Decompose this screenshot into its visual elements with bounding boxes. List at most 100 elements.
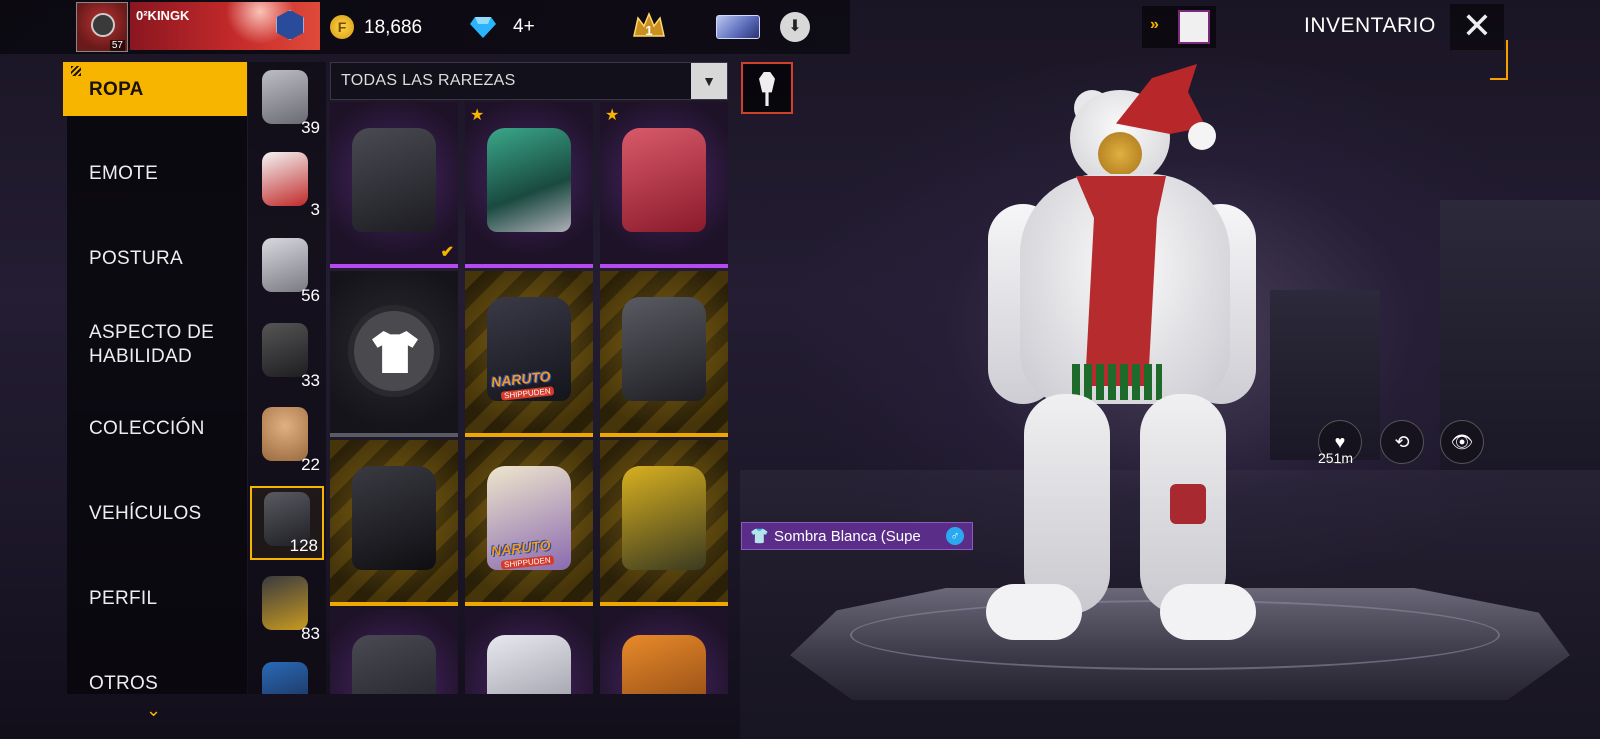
jacket-icon	[487, 128, 571, 232]
subcategory-count: 56	[301, 286, 320, 305]
item-card[interactable]	[600, 609, 728, 694]
item-card[interactable]	[330, 609, 458, 694]
crown-rank-icon[interactable]: 1	[632, 10, 666, 44]
subcategory-hair[interactable]: 56	[250, 234, 324, 308]
rarity-bar	[330, 433, 458, 437]
page-title: INVENTARIO	[1304, 14, 1436, 37]
item-card[interactable]: ★	[600, 102, 728, 268]
rarity-bar	[465, 264, 593, 268]
right-foot	[1160, 584, 1256, 640]
subcategory-tops[interactable]: 128	[250, 486, 324, 560]
subcategory-pants[interactable]: 39	[250, 66, 324, 140]
subcategory-mask[interactable]: 33	[250, 319, 324, 393]
distance-label: 251m	[1318, 450, 1354, 466]
cloud-download-icon[interactable]: ⬇	[780, 12, 810, 42]
sidebar-item-perfil[interactable]: PERFIL	[67, 587, 247, 611]
mask-icon	[262, 323, 308, 377]
item-card[interactable]	[465, 609, 593, 694]
knee-patch	[1170, 484, 1206, 524]
item-card[interactable]	[600, 271, 728, 437]
sidebar-item-ropa[interactable]: ROPA	[63, 62, 247, 116]
shirt-icon: 👕	[750, 528, 769, 545]
male-gender-icon: ♂	[946, 527, 964, 545]
sidebar-item-otros[interactable]: OTROS	[67, 672, 247, 696]
decorative-accent	[1490, 40, 1508, 80]
subcategory-count: 39	[301, 118, 320, 137]
item-grid: ✔ ★ ★ NARUTO SHIPPUDEN NARUTO SHIPPUDEN	[330, 102, 728, 694]
hat-pompom	[1188, 122, 1216, 150]
left-leg	[1024, 394, 1110, 614]
rotate-phone-icon[interactable]: ⟲	[1380, 420, 1424, 464]
double-chevron-icon: »	[1150, 16, 1159, 33]
selected-item-name: Sombra Blanca (Supe	[774, 528, 921, 545]
category-sidebar: ROPA EMOTE POSTURA ASPECTO DE HABILIDAD …	[63, 62, 247, 696]
view-character-icon[interactable]: 👁	[1440, 420, 1484, 464]
subcategory-list: 39 3 56 33 22 128 83	[248, 62, 326, 694]
sidebar-item-coleccion[interactable]: COLECCIÓN	[67, 417, 247, 441]
diamond-icon	[470, 17, 496, 38]
selected-item-tag: 👕 Sombra Blanca (Supe ♂	[741, 522, 973, 550]
jacket-icon	[352, 466, 436, 570]
character-portrait-icon	[1178, 10, 1210, 44]
item-card[interactable]: NARUTO SHIPPUDEN	[465, 271, 593, 437]
subcategory-count: 33	[301, 371, 320, 390]
jacket-icon	[352, 128, 436, 232]
subcategory-shoes[interactable]	[250, 658, 324, 694]
no-shirt-icon	[348, 305, 440, 397]
rarity-bar	[330, 264, 458, 268]
item-card[interactable]: ★	[465, 102, 593, 268]
diamond-amount[interactable]: 4+	[513, 16, 535, 38]
subcategory-count: 83	[301, 624, 320, 643]
favorite-star-icon: ★	[470, 107, 485, 124]
dropdown-arrow-icon[interactable]: ▼	[691, 63, 727, 99]
mannequin-preview-button[interactable]	[741, 62, 793, 114]
rarity-bar	[600, 433, 728, 437]
item-card[interactable]: ✔	[330, 102, 458, 268]
subcategory-full-outfit[interactable]: 3	[250, 148, 324, 222]
rarity-filter-dropdown[interactable]: TODAS LAS RAREZAS ▼	[330, 62, 728, 100]
favorite-star-icon: ★	[605, 107, 620, 124]
rarity-filter-label: TODAS LAS RAREZAS	[341, 72, 516, 89]
item-card[interactable]	[330, 440, 458, 606]
subcategory-count: 3	[310, 200, 320, 219]
sidebar-item-emote[interactable]: EMOTE	[67, 162, 247, 186]
shoes-icon	[262, 662, 308, 694]
membership-card-icon[interactable]	[716, 15, 760, 39]
gold-amount: 18,686	[364, 17, 423, 38]
sidebar-item-postura[interactable]: POSTURA	[67, 247, 247, 271]
equipped-check-icon: ✔	[440, 244, 454, 261]
rarity-bar	[600, 602, 728, 606]
head-icon	[262, 407, 308, 461]
player-avatar[interactable]: 57	[76, 2, 128, 52]
subcategory-count: 22	[301, 455, 320, 474]
subcategory-bottoms[interactable]: 83	[250, 572, 324, 646]
scarf-fringe	[1072, 364, 1162, 400]
rarity-bar	[465, 602, 593, 606]
sidebar-item-vehiculos[interactable]: VEHÍCULOS	[67, 502, 247, 526]
item-card[interactable]: NARUTO SHIPPUDEN	[465, 440, 593, 606]
chevron-down-icon[interactable]: ⌄	[146, 700, 161, 721]
jacket-icon	[622, 635, 706, 694]
character-preview[interactable]	[980, 64, 1260, 654]
jacket-icon	[487, 635, 571, 694]
sidebar-item-aspecto-de-habilidad[interactable]: ASPECTO DE HABILIDAD	[67, 321, 247, 369]
bottom-icon	[262, 576, 308, 630]
mannequin-icon	[759, 72, 775, 106]
subcategory-count: 128	[289, 536, 318, 555]
pants-icon	[262, 70, 308, 124]
player-level: 57	[109, 40, 125, 51]
gold-coin-icon: F	[330, 15, 354, 39]
jacket-icon	[622, 128, 706, 232]
rarity-bar	[465, 433, 593, 437]
rarity-bar	[600, 264, 728, 268]
bear-face	[1098, 132, 1142, 176]
rank-number: 1	[645, 23, 652, 38]
hair-icon	[262, 238, 308, 292]
item-card-empty[interactable]	[330, 271, 458, 437]
avatar-portrait	[91, 13, 115, 37]
switch-character-button[interactable]: »	[1142, 6, 1216, 48]
full-outfit-icon	[262, 152, 308, 206]
rarity-bar	[330, 602, 458, 606]
item-card[interactable]	[600, 440, 728, 606]
subcategory-head[interactable]: 22	[250, 403, 324, 477]
